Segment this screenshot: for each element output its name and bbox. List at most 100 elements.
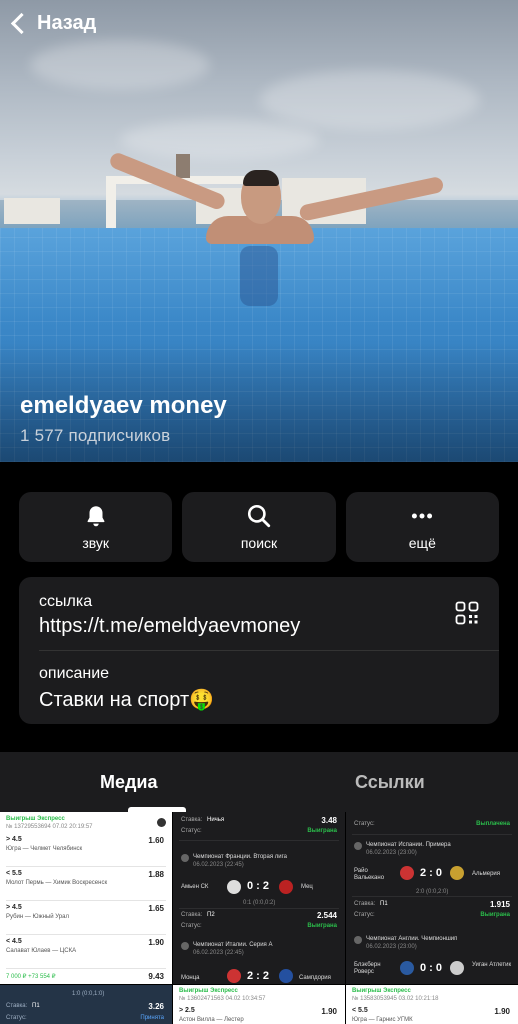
- bet-odd: 2.544: [316, 911, 337, 920]
- coupon-title: Выигрыш Экспресс: [6, 816, 65, 822]
- qr-code-icon[interactable]: [455, 601, 479, 625]
- bet-match: Югра — Гарнис УГМК: [352, 1017, 413, 1023]
- link-key: ссылка: [39, 593, 93, 610]
- status-label: Статус:: [354, 912, 375, 918]
- channel-link[interactable]: https://t.me/emeldyaevmoney: [39, 615, 300, 638]
- row-divider: [6, 934, 166, 935]
- bet-match: Молот Пермь — Химик Воскресенск: [6, 880, 108, 886]
- team-crest: [400, 961, 414, 975]
- half-score: 1:0 (0:0,1:0): [72, 991, 105, 997]
- home-team: Райо Вальекано: [354, 868, 385, 881]
- match-date: 06.02.2023 (23:00): [366, 944, 417, 950]
- bet-odd: 1.88: [148, 870, 164, 879]
- row-divider: [352, 834, 512, 835]
- team-crest: [400, 866, 414, 880]
- team-crest: [279, 880, 293, 894]
- coupon-title: Выигрыш Экспресс: [179, 988, 238, 994]
- league-name: Чемпионат Англии. Чемпионшип: [366, 936, 458, 942]
- bet-match: Рубин — Южный Урал: [6, 914, 69, 920]
- league-name: Чемпионат Франции. Вторая лига: [193, 854, 288, 860]
- row-divider: [6, 900, 166, 901]
- more-icon: [412, 513, 433, 519]
- media-thumbnail[interactable]: Выигрыш Экспресс № 13583053945 03.02 10:…: [346, 985, 518, 1024]
- bet-odd: 1.90: [148, 938, 164, 947]
- row-divider: [6, 968, 166, 969]
- bet-pick: П1: [380, 901, 388, 907]
- building: [4, 198, 60, 224]
- more-label: ещё: [408, 535, 436, 551]
- media-tabs: Медиа Ссылки: [0, 752, 518, 812]
- sport-icon: [354, 842, 362, 850]
- media-thumbnail[interactable]: Ставка: Ничья 3.48 Статус: Выиграна Чемп…: [173, 812, 345, 984]
- bet-line: < 5.5: [352, 1007, 368, 1014]
- row-divider: [6, 866, 166, 867]
- media-thumbnail[interactable]: Выигрыш Экспресс № 13729553694 07.02 20:…: [0, 812, 172, 984]
- coupon-id: № 13602471563 04.02 10:34:57: [179, 996, 266, 1002]
- media-thumbnail[interactable]: Статус: Выплачена Чемпионат Испании. При…: [346, 812, 518, 984]
- half-score: 2:0 (0:0,2:0): [416, 889, 449, 895]
- status-badge: Выиграна: [307, 923, 337, 929]
- bet-line: < 5.5: [6, 870, 22, 877]
- reflection: [240, 246, 278, 306]
- sound-label: звук: [82, 535, 109, 551]
- media-thumbnail[interactable]: 1:0 (0:0,1:0) Ставка: П1 3.26 Статус: Пр…: [0, 985, 172, 1024]
- bet-label: Ставка:: [181, 912, 203, 918]
- bet-line: > 4.5: [6, 904, 22, 911]
- bet-odd: 3.26: [148, 1002, 164, 1011]
- half-score: 0:1 (0:0,0:2): [243, 900, 276, 906]
- bet-match: Югра — Челмет Челябинск: [6, 846, 83, 852]
- bet-pick: П1: [32, 1003, 40, 1009]
- tab-links[interactable]: Ссылки: [355, 772, 425, 793]
- status-label: Статус:: [354, 821, 375, 827]
- bet-label: Ставка:: [181, 817, 203, 823]
- back-button[interactable]: Назад: [8, 12, 96, 35]
- cloud: [30, 40, 210, 90]
- team-crest: [450, 866, 464, 880]
- sport-icon: [181, 942, 189, 950]
- back-label: Назад: [37, 12, 97, 34]
- team-crest: [450, 961, 464, 975]
- media-grid: Выигрыш Экспресс № 13729553694 07.02 20:…: [0, 812, 518, 1024]
- bet-odd: 1.915: [489, 900, 510, 909]
- tab-media[interactable]: Медиа: [100, 772, 158, 793]
- search-button[interactable]: поиск: [182, 492, 336, 562]
- channel-info-card: ссылка https://t.me/emeldyaevmoney описа…: [19, 577, 499, 724]
- person-hair: [243, 170, 279, 186]
- bet-odd: 1.90: [494, 1007, 510, 1016]
- win-amount: 7 000 ₽ +73 554 ₽: [6, 974, 56, 980]
- league-name: Чемпионат Италии. Серия А: [193, 942, 273, 948]
- bet-odd: 1.60: [148, 836, 164, 845]
- bell-icon: [87, 506, 105, 527]
- media-thumbnail[interactable]: Выигрыш Экспресс № 13602471563 04.02 10:…: [173, 985, 345, 1024]
- status-badge: Выиграна: [307, 828, 337, 834]
- cloud: [260, 70, 480, 130]
- row-divider: [352, 896, 512, 897]
- more-button[interactable]: ещё: [345, 492, 499, 562]
- status-badge: Выиграна: [480, 912, 510, 918]
- league-name: Чемпионат Испании. Примера: [366, 842, 451, 848]
- team-crest: [279, 969, 293, 983]
- status-badge: Выплачена: [476, 821, 510, 827]
- home-team: Амьен СК: [181, 884, 209, 890]
- bet-label: Ставка:: [354, 901, 376, 907]
- subscriber-count: 1 577 подписчиков: [20, 426, 171, 445]
- bet-label: Ставка:: [6, 1003, 28, 1009]
- bet-odd: 1.90: [321, 1007, 337, 1016]
- sound-button[interactable]: звук: [19, 492, 173, 562]
- row-divider: [179, 908, 339, 909]
- bet-odd: 1.65: [148, 904, 164, 913]
- match-date: 06.02.2023 (22:45): [193, 950, 244, 956]
- channel-description: Ставки на спорт🤑: [39, 689, 215, 711]
- channel-title: emeldyaev money: [20, 392, 227, 419]
- status-label: Статус:: [6, 1015, 27, 1021]
- match-score: 0 : 0: [420, 962, 443, 974]
- match-score: 2 : 2: [247, 970, 270, 982]
- coupon-id: № 13583053945 03.02 10:21:18: [352, 996, 439, 1002]
- bet-line: > 4.5: [6, 836, 22, 843]
- coupon-id: № 13729553694 07.02 20:19:57: [6, 824, 93, 830]
- info-icon: [157, 818, 166, 827]
- bet-odd: 3.48: [321, 816, 337, 825]
- match-score: 0 : 2: [247, 880, 270, 892]
- away-team: Мец: [301, 884, 313, 890]
- arch-pillar: [106, 176, 116, 228]
